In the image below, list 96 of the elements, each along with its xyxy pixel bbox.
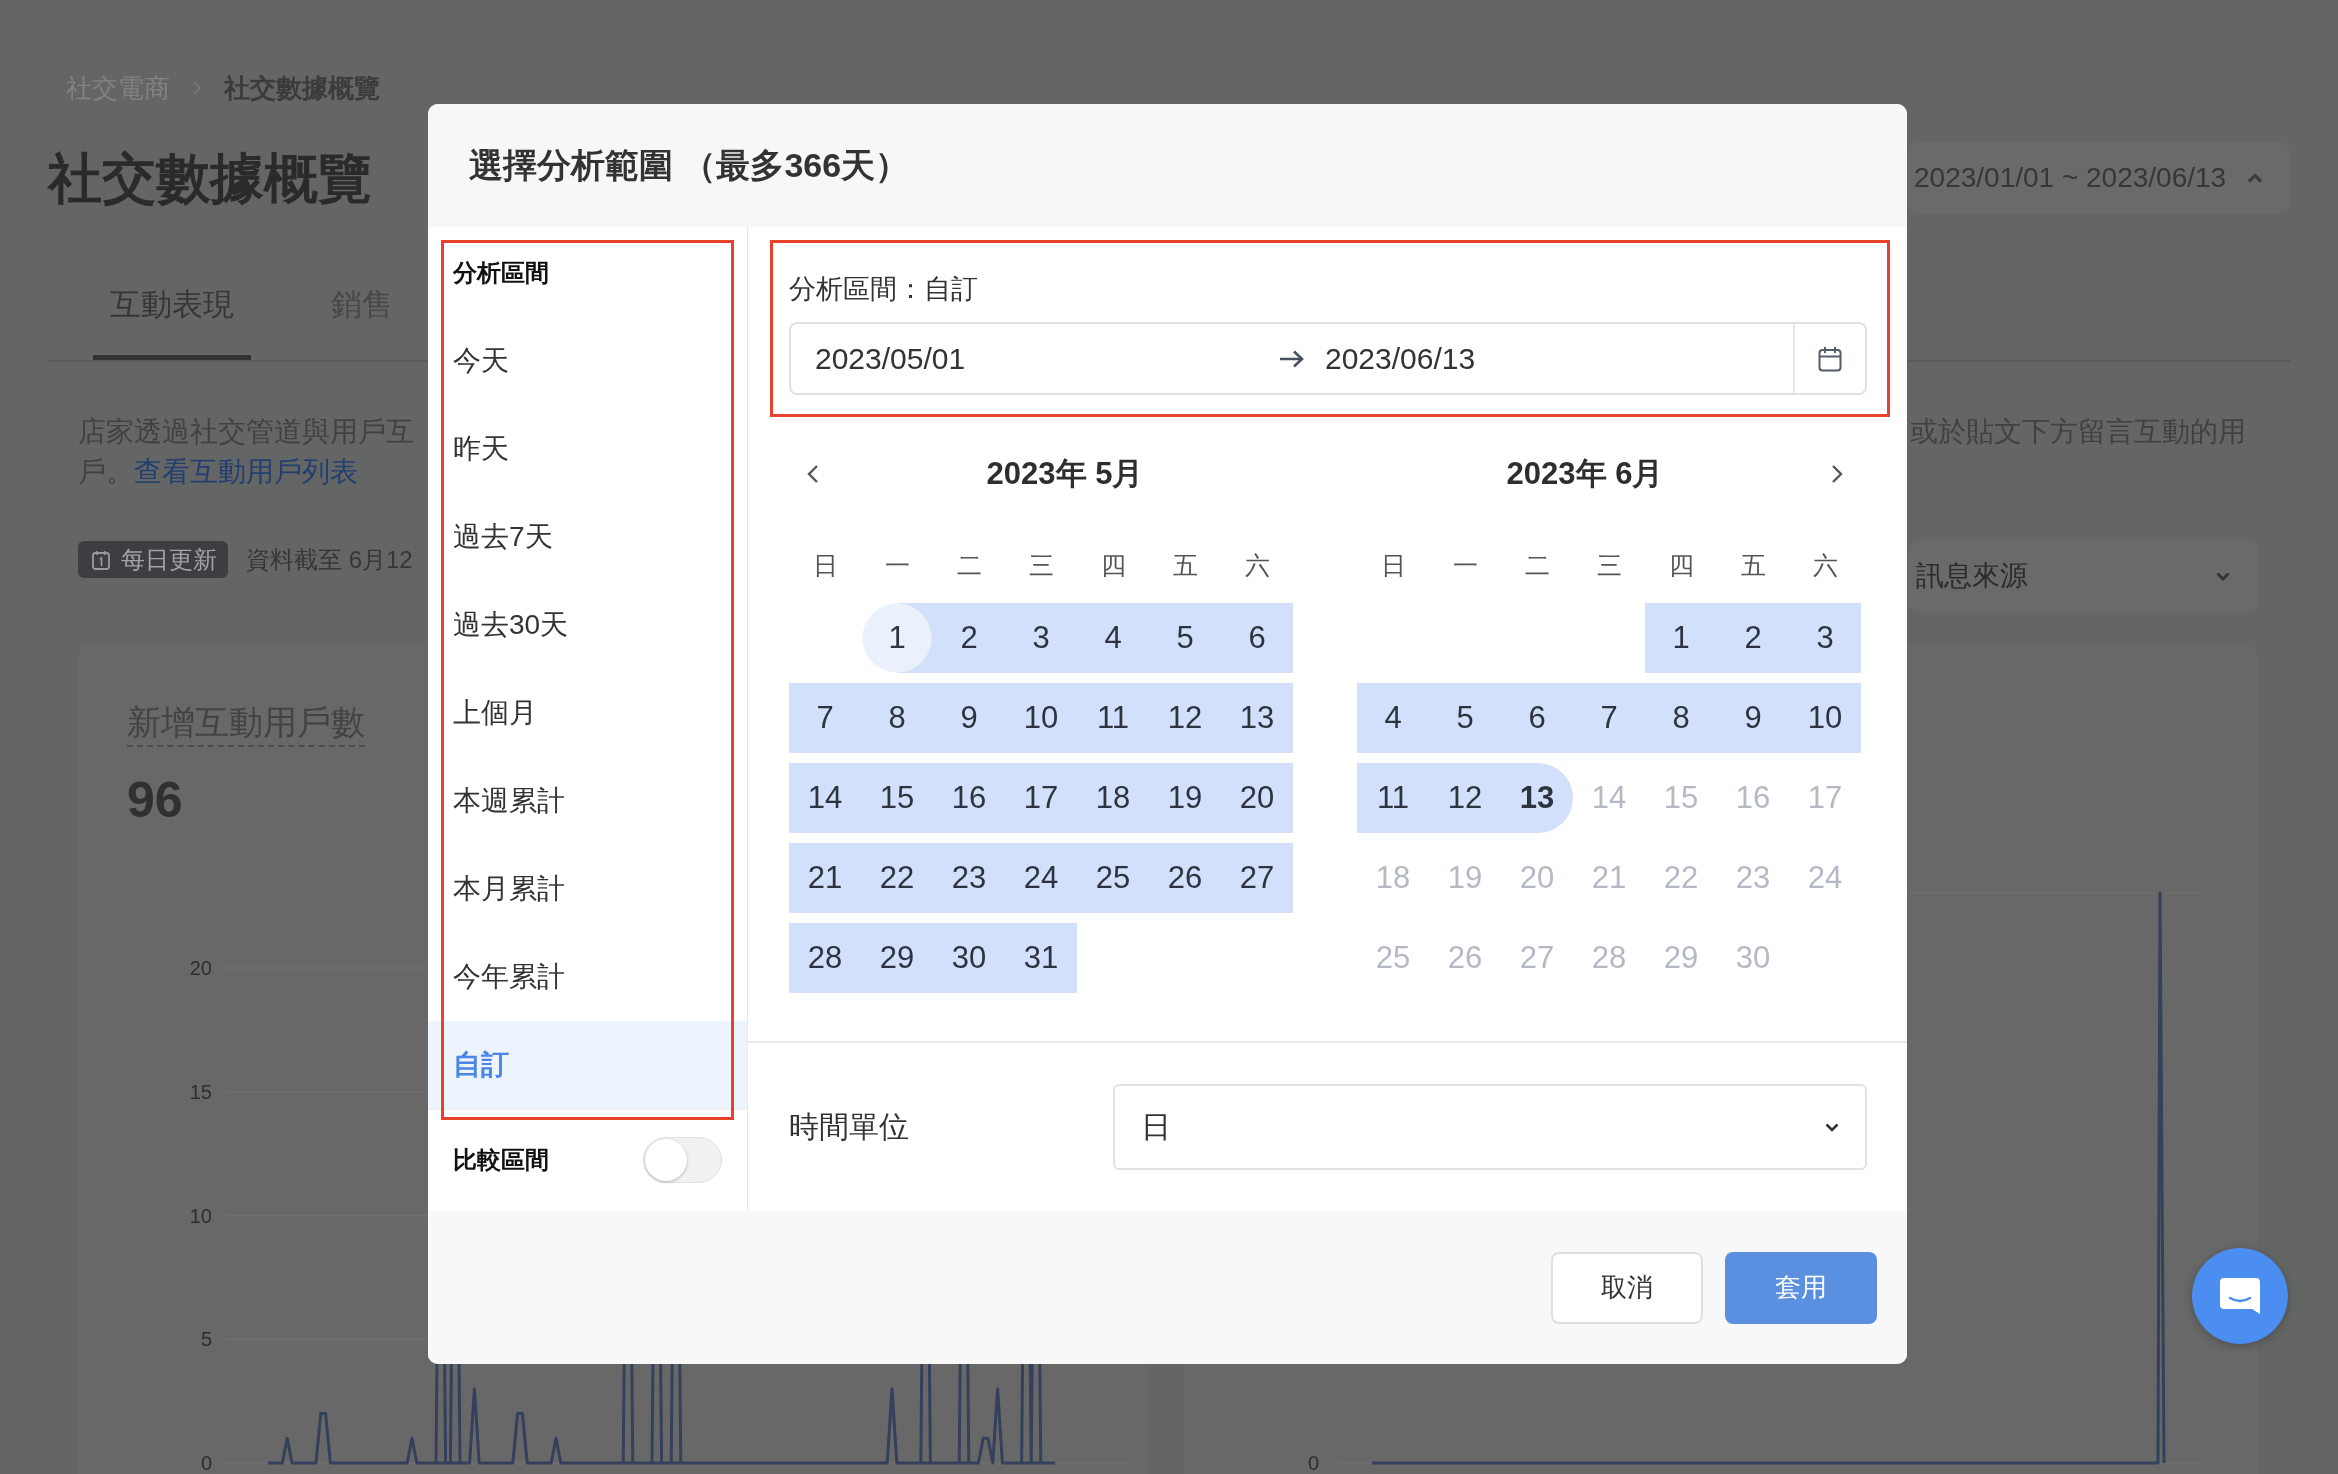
calendar-day[interactable]: 26 (1149, 843, 1221, 913)
weekday-label: 二 (1523, 549, 1551, 581)
calendar-day[interactable]: 11 (1357, 763, 1429, 833)
calendar-icon (92, 549, 110, 570)
axis-label: 15 (189, 1080, 212, 1103)
axis-label: 5 (200, 1328, 212, 1351)
calendar-day[interactable]: 8 (861, 683, 933, 753)
calendar-day[interactable]: 22 (861, 843, 933, 913)
update-label: 每日更新 (121, 544, 217, 575)
calendar-day[interactable]: 16 (933, 763, 1005, 833)
calendar-day[interactable]: 12 (1429, 763, 1501, 833)
calendar-day[interactable]: 13 (1501, 763, 1573, 833)
axis-label: 0 (1307, 1452, 1319, 1474)
calendar-day[interactable]: 4 (1077, 603, 1149, 673)
calendar-day[interactable]: 10 (1005, 683, 1077, 753)
preset-option[interactable]: 今天 (428, 317, 747, 405)
calendar-day[interactable]: 5 (1429, 683, 1501, 753)
weekday-label: 四 (1667, 549, 1695, 581)
weekday-label: 三 (1027, 549, 1055, 581)
preset-option[interactable]: 上個月 (428, 669, 747, 757)
calendar-day[interactable]: 18 (1077, 763, 1149, 833)
calendar-day[interactable]: 21 (789, 843, 861, 913)
start-date-value: 2023/05/01 (814, 341, 967, 376)
calendar-day[interactable]: 17 (1005, 763, 1077, 833)
weekday-label: 五 (1171, 549, 1199, 581)
preset-option[interactable]: 本月累計 (428, 845, 747, 933)
page-title: 社交數據概覽 (48, 147, 373, 210)
weekday-label: 三 (1595, 549, 1623, 581)
preset-option[interactable]: 昨天 (428, 405, 747, 493)
calendar-day[interactable]: 31 (1005, 923, 1077, 993)
calendar-day[interactable]: 25 (1077, 843, 1149, 913)
calendar-day[interactable]: 9 (933, 683, 1005, 753)
calendar-day[interactable]: 12 (1149, 683, 1221, 753)
calendar-day[interactable]: 29 (861, 923, 933, 993)
calendar-day[interactable]: 20 (1221, 763, 1293, 833)
calendar-day[interactable]: 2 (1717, 603, 1789, 673)
end-date-value: 2023/06/13 (1324, 341, 1477, 376)
calendar-day[interactable]: 14 (789, 763, 861, 833)
calendar-day[interactable]: 30 (933, 923, 1005, 993)
calendar-day[interactable]: 23 (933, 843, 1005, 913)
calendar-day[interactable]: 7 (1573, 683, 1645, 753)
compare-label: 比較區間 (453, 1145, 549, 1175)
calendar-day[interactable]: 11 (1077, 683, 1149, 753)
month-title: 2023年 6月 (1505, 455, 1665, 493)
time-unit-label: 時間單位 (789, 1108, 910, 1145)
calendar-day[interactable]: 6 (1501, 683, 1573, 753)
calendar-day[interactable]: 24 (1005, 843, 1077, 913)
calendar-day[interactable]: 9 (1717, 683, 1789, 753)
calendar-day[interactable]: 10 (1789, 683, 1861, 753)
chat-bubble-icon (2218, 1276, 2262, 1316)
weekday-label: 一 (883, 549, 911, 581)
calendar-day[interactable]: 19 (1149, 763, 1221, 833)
preset-option[interactable]: 過去7天 (428, 493, 747, 581)
weekday-label: 五 (1739, 549, 1767, 581)
weekday-label: 四 (1099, 549, 1127, 581)
axis-label: 10 (189, 1204, 212, 1227)
calendar-day[interactable]: 3 (1789, 603, 1861, 673)
arrow-right-icon (1279, 348, 1305, 369)
weekday-label: 二 (955, 549, 983, 581)
calendar-day[interactable]: 7 (789, 683, 861, 753)
calendar-day[interactable]: 15 (861, 763, 933, 833)
weekday-label: 六 (1811, 549, 1839, 581)
metric-value: 96 (127, 771, 183, 830)
date-range-field[interactable]: 2023/05/01 2023/06/13 (789, 322, 1867, 395)
chevron-left-icon (807, 464, 819, 484)
calendar-icon[interactable] (1818, 345, 1842, 372)
preset-option[interactable]: 過去30天 (428, 581, 747, 669)
chevron-down-icon (2216, 571, 2230, 581)
calendar-day[interactable]: 6 (1221, 603, 1293, 673)
preset-option[interactable]: 本週累計 (428, 757, 747, 845)
preset-heading: 分析區間 (451, 258, 550, 288)
calendar-day[interactable]: 5 (1149, 603, 1221, 673)
calendar-day[interactable]: 4 (1357, 683, 1429, 753)
calendar-day[interactable]: 1 (1645, 603, 1717, 673)
range-label: 分析區間：自訂 (789, 273, 979, 306)
weekday-label: 日 (811, 549, 839, 581)
compare-toggle[interactable] (643, 1137, 722, 1183)
weekday-label: 日 (1379, 549, 1407, 581)
weekday-label: 六 (1243, 549, 1271, 581)
calendar-day[interactable]: 2 (933, 603, 1005, 673)
axis-label: 0 (200, 1452, 212, 1474)
chevron-down-icon (1825, 1122, 1839, 1132)
calendar-day[interactable]: 28 (789, 923, 861, 993)
time-unit-select[interactable]: 日 (1113, 1084, 1867, 1170)
month-title: 2023年 5月 (985, 455, 1145, 493)
calendar-day[interactable]: 1 (861, 603, 933, 673)
cancel-button[interactable]: 取消 (1551, 1251, 1703, 1324)
dialog-title: 選擇分析範圍 （最多366天） (469, 144, 910, 186)
calendar-day[interactable]: 8 (1645, 683, 1717, 753)
preset-option[interactable]: 今年累計 (428, 933, 747, 1021)
weekday-label: 一 (1451, 549, 1479, 581)
calendar-day[interactable]: 27 (1221, 843, 1293, 913)
chevron-right-icon (1831, 464, 1843, 484)
calendar-day[interactable]: 3 (1005, 603, 1077, 673)
calendar-day[interactable]: 13 (1221, 683, 1293, 753)
axis-label: 20 (189, 957, 212, 979)
